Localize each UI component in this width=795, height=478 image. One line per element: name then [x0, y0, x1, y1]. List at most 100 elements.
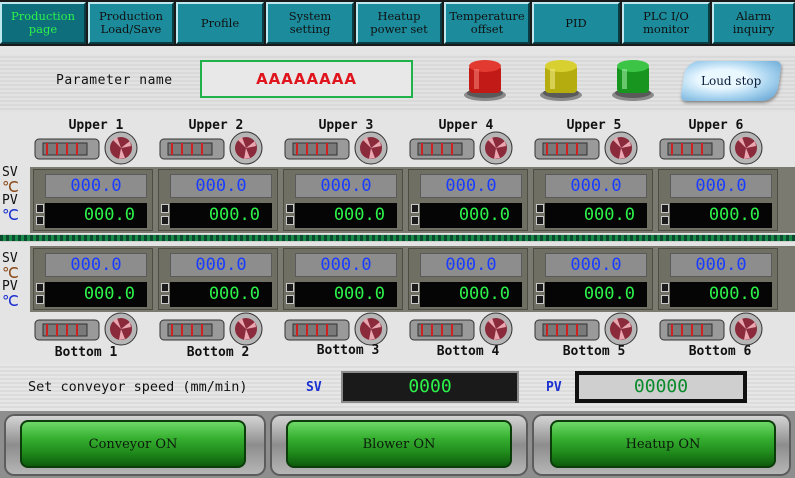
heater-fan-icon: [159, 131, 263, 165]
upper-3-sv[interactable]: 000.0: [295, 174, 397, 198]
bottom-1-label: Bottom 1: [54, 345, 118, 360]
indicator: [661, 216, 669, 225]
upper-2-sv[interactable]: 000.0: [170, 174, 272, 198]
tab-label: Heatup power set: [370, 9, 428, 36]
indicator: [286, 216, 294, 225]
bottom-5-sv[interactable]: 000.0: [545, 253, 647, 277]
upper-5-pv: 000.0: [545, 203, 647, 228]
upper-1-sv[interactable]: 000.0: [45, 174, 147, 198]
bottom-4-pv: 000.0: [420, 282, 522, 307]
control-buttons: Conveyor ON Blower ON Heatup ON: [0, 411, 795, 478]
indicator: [161, 204, 169, 213]
heater-fan-icon: [659, 131, 763, 165]
loud-stop-label: Loud stop: [700, 74, 762, 88]
tab-system-setting[interactable]: System setting: [266, 2, 354, 44]
section-divider: [0, 234, 795, 242]
heater-fan-icon: [534, 131, 638, 165]
indicator: [661, 295, 669, 304]
blower-on-button[interactable]: Blower ON: [286, 420, 512, 468]
tab-label: Production Load/Save: [99, 9, 163, 36]
bottom-6-cell: 000.0 000.0: [658, 248, 778, 310]
bottom-1-sv[interactable]: 000.0: [45, 253, 147, 277]
tab-pid[interactable]: PID: [532, 2, 620, 44]
loud-stop-button[interactable]: Loud stop: [680, 61, 782, 101]
bottom-unit-column: SV ℃ PV ℃: [2, 252, 30, 310]
tab-production-page[interactable]: Production page: [0, 2, 86, 44]
tab-label: Production page: [11, 9, 75, 36]
bottom-1-cell: 000.0 000.0: [33, 248, 153, 310]
bottom-3-sv[interactable]: 000.0: [295, 253, 397, 277]
indicator: [661, 204, 669, 213]
tab-label: Profile: [200, 15, 240, 30]
upper-4-cell: 000.0 000.0: [408, 169, 528, 231]
tab-temperature-offset[interactable]: Temperature offset: [444, 2, 530, 44]
bottom-4-cell: 000.0 000.0: [408, 248, 528, 310]
tab-profile[interactable]: Profile: [176, 2, 264, 44]
bottom-6-pv: 000.0: [670, 282, 772, 307]
upper-unit-column: SV ℃ PV ℃: [2, 166, 30, 223]
celsius-icon: ℃: [2, 178, 19, 196]
parameter-row: Parameter name AAAAAAAA Loud stop: [0, 55, 795, 112]
upper-3-cell: 000.0 000.0: [283, 169, 403, 231]
bottom-4-label: Bottom 4: [436, 344, 500, 359]
parameter-name-label: Parameter name: [56, 73, 173, 88]
indicator: [411, 216, 419, 225]
conveyor-speed-pv-display: 00000: [575, 371, 747, 403]
upper-5-sv[interactable]: 000.0: [545, 174, 647, 198]
celsius-icon: ℃: [2, 292, 19, 310]
indicator: [411, 204, 419, 213]
indicator: [411, 295, 419, 304]
upper-2-pv: 000.0: [170, 203, 272, 228]
upper-1-cell: 000.0 000.0: [33, 169, 153, 231]
indicator: [536, 216, 544, 225]
conveyor-speed-label: Set conveyor speed (mm/min): [28, 379, 248, 395]
conveyor-pv-label: PV: [546, 380, 562, 395]
bottom-6-sv[interactable]: 000.0: [670, 253, 772, 277]
bottom-5-label: Bottom 5: [562, 344, 626, 359]
tab-heatup-power-set[interactable]: Heatup power set: [356, 2, 442, 44]
indicator: [661, 283, 669, 292]
yellow-lamp-icon: [540, 60, 582, 101]
conveyor-sv-label: SV: [306, 380, 322, 395]
tab-label: Alarm inquiry: [732, 9, 775, 36]
heater-fan-icon: [159, 312, 263, 346]
tab-label: Temperature offset: [449, 9, 525, 36]
bottom-3-cell: 000.0 000.0: [283, 248, 403, 310]
indicator: [286, 283, 294, 292]
red-lamp-icon: [464, 60, 506, 101]
tab-production-load-save[interactable]: Production Load/Save: [88, 2, 174, 44]
heater-fan-icon: [534, 312, 638, 346]
heatup-on-button[interactable]: Heatup ON: [550, 420, 776, 468]
tab-label: System setting: [288, 9, 332, 36]
indicator: [536, 295, 544, 304]
conveyor-speed-row: Set conveyor speed (mm/min) SV 0000 PV 0…: [0, 364, 795, 410]
upper-1-pv: 000.0: [45, 203, 147, 228]
green-lamp-icon: [612, 60, 654, 101]
parameter-name-value[interactable]: AAAAAAAA: [200, 60, 413, 98]
tab-label: PID: [565, 15, 587, 30]
upper-5-cell: 000.0 000.0: [533, 169, 653, 231]
indicator: [286, 295, 294, 304]
celsius-icon: ℃: [2, 264, 19, 282]
indicator: [411, 283, 419, 292]
tab-plc-io-monitor[interactable]: PLC I/O monitor: [622, 2, 710, 44]
conveyor-speed-sv-input[interactable]: 0000: [341, 371, 519, 403]
conveyor-on-button[interactable]: Conveyor ON: [20, 420, 246, 468]
bottom-6-label: Bottom 6: [688, 344, 752, 359]
upper-4-sv[interactable]: 000.0: [420, 174, 522, 198]
tab-alarm-inquiry[interactable]: Alarm inquiry: [712, 2, 795, 44]
heater-fan-icon: [284, 131, 388, 165]
bottom-2-pv: 000.0: [170, 282, 272, 307]
bottom-3-pv: 000.0: [295, 282, 397, 307]
upper-6-sv[interactable]: 000.0: [670, 174, 772, 198]
bottom-2-cell: 000.0 000.0: [158, 248, 278, 310]
bottom-2-sv[interactable]: 000.0: [170, 253, 272, 277]
heater-fan-icon: [34, 131, 138, 165]
indicator: [286, 204, 294, 213]
indicator: [161, 216, 169, 225]
bottom-4-sv[interactable]: 000.0: [420, 253, 522, 277]
heater-fan-icon: [409, 312, 513, 346]
bottom-2-label: Bottom 2: [186, 345, 250, 360]
upper-2-cell: 000.0 000.0: [158, 169, 278, 231]
bottom-5-pv: 000.0: [545, 282, 647, 307]
